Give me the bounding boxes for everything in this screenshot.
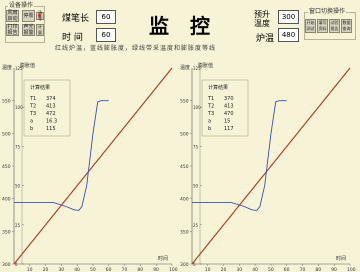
data-query-button[interactable]: 数据查询 — [341, 19, 352, 33]
preheat-label-1: 预升 — [254, 10, 270, 19]
chart-left: 温度 膨胀值时间300350400450500550025507510012510… — [2, 62, 178, 272]
x-tick-label: 20 — [221, 267, 227, 272]
result-key: T1 — [29, 96, 36, 102]
result-value: 374 — [46, 96, 56, 102]
y-left-tick-label: 400 — [180, 197, 189, 203]
y-right-tick-label: 75 — [15, 144, 21, 149]
x-tick-label: 10 — [27, 267, 33, 272]
result-key: a — [208, 119, 211, 125]
furnace-temp-input[interactable]: 480 — [278, 28, 299, 42]
x-tick-label: 20 — [43, 267, 49, 272]
y-right-tick-label: 50 — [193, 184, 199, 189]
time-label: 时 间 — [62, 33, 83, 43]
y-left-axis-label: 温度 — [180, 64, 190, 71]
result-value: 370 — [224, 96, 234, 102]
x-tick-label: 50 — [90, 267, 96, 272]
device-panel-title: 设备操作 — [8, 2, 35, 9]
result-title: 计算结果 — [30, 84, 50, 91]
result-key: b — [30, 126, 33, 132]
x-tick-label: 80 — [315, 267, 321, 272]
test-report-button[interactable]: 试验报告 — [329, 19, 340, 33]
y-left-tick-label: 500 — [180, 131, 189, 137]
meter-button[interactable]: 计量 — [36, 24, 44, 36]
furnace-temp-label: 炉温 — [256, 34, 275, 44]
result-key: a — [30, 119, 33, 125]
x-tick-label: 60 — [284, 267, 290, 272]
y-right-tick-label: 25 — [193, 223, 199, 228]
x-tick-label: 60 — [106, 267, 112, 272]
y-left-tick-label: 350 — [2, 229, 11, 235]
result-title: 计算结果 — [208, 84, 228, 91]
start-test-button[interactable]: 开始测试 — [305, 19, 316, 33]
result-key: T2 — [29, 104, 36, 110]
print-report-button[interactable]: 打印报告 — [6, 24, 19, 36]
y-left-tick-label: 400 — [2, 197, 11, 203]
x-tick-label: 100 — [169, 267, 178, 272]
result-value: 413 — [46, 104, 56, 110]
result-value: 470 — [224, 111, 234, 117]
chart-right: 温度 膨胀值时间300350400450500550025507510012510… — [180, 62, 356, 272]
preheat-label-2: 温度 — [254, 19, 270, 28]
legend-description: 红线炉温，蓝线膨胀度，绿线带采温度和膨胀度等线 — [55, 45, 217, 52]
result-value: 413 — [224, 104, 234, 110]
result-value: 115 — [46, 126, 56, 132]
result-key: T2 — [207, 104, 214, 110]
status-led-icon — [38, 14, 41, 17]
coal-length-input[interactable]: 60 — [96, 10, 116, 24]
fan-start-button[interactable]: 风扇启动 — [6, 10, 19, 22]
sound-alarm-button[interactable]: 声光报警 — [22, 24, 35, 36]
y-left-tick-label: 450 — [180, 164, 189, 170]
y-left-tick-label: 300 — [180, 262, 189, 268]
x-axis-label: 时间 — [336, 255, 346, 262]
coal-length-label: 煤笔长 — [62, 14, 90, 24]
y-left-tick-label: 450 — [2, 164, 11, 170]
preheat-temp-input[interactable]: 300 — [278, 10, 299, 24]
x-tick-label: 30 — [58, 267, 64, 272]
x-tick-label: 30 — [236, 267, 242, 272]
y-right-tick-label: 125 — [15, 66, 23, 71]
y-left-tick-label: 350 — [180, 229, 189, 235]
page-title: 监 控 — [149, 14, 217, 38]
y-left-tick-label: 500 — [2, 131, 11, 137]
y-right-tick-label: 100 — [193, 105, 201, 110]
result-value: 15 — [224, 119, 230, 125]
result-value: 472 — [46, 111, 56, 117]
result-value: 16.3 — [46, 119, 57, 125]
y-right-tick-label: 100 — [15, 105, 23, 110]
x-tick-label: 80 — [137, 267, 143, 272]
result-key: T3 — [29, 111, 36, 117]
y-right-tick-label: 75 — [193, 144, 199, 149]
x-tick-label: 100 — [347, 267, 356, 272]
y-left-tick-label: 550 — [180, 99, 189, 105]
x-tick-label: 90 — [153, 267, 159, 272]
x-tick-label: 10 — [205, 267, 211, 272]
x-tick-label: 40 — [252, 267, 258, 272]
x-tick-label: 40 — [74, 267, 80, 272]
result-key: b — [208, 126, 211, 132]
result-value: 117 — [224, 126, 234, 132]
window-panel-title: 窗口切换操作 — [308, 8, 347, 15]
y-right-tick-label: 25 — [15, 223, 21, 228]
time-input[interactable]: 60 — [96, 28, 116, 42]
x-tick-label: 50 — [268, 267, 274, 272]
y-right-tick-label: 50 — [15, 184, 21, 189]
x-tick-label: 70 — [300, 267, 306, 272]
y-left-tick-label: 300 — [2, 262, 11, 268]
x-tick-label: 70 — [122, 267, 128, 272]
stop-pump-button[interactable]: 停泵 — [22, 10, 35, 22]
x-tick-label: 90 — [331, 267, 337, 272]
result-key: T3 — [207, 111, 214, 117]
x-axis-label: 时间 — [158, 255, 168, 262]
fill-info-button[interactable]: 填写资料 — [317, 19, 328, 33]
result-key: T1 — [207, 96, 214, 102]
y-left-axis-label: 温度 — [2, 64, 12, 71]
y-right-tick-label: 125 — [193, 66, 201, 71]
y-left-tick-label: 550 — [2, 99, 11, 105]
